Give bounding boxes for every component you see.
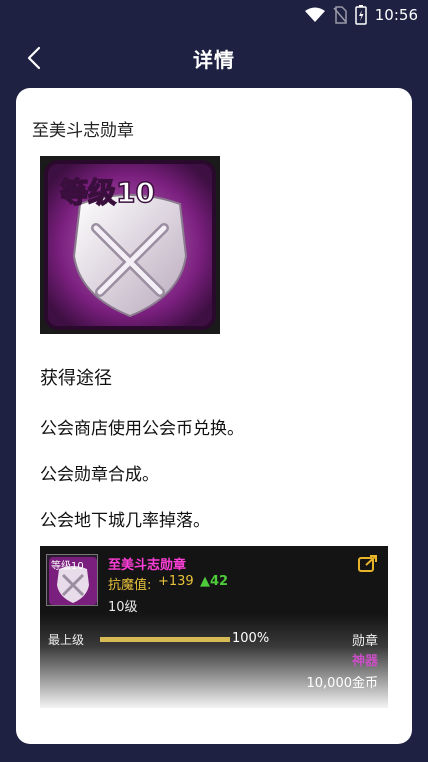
tooltip-price: 10,000金币 [306,676,379,691]
item-tooltip-preview: 等级10 至美斗志勋章 抗魔值: +139 ▲42 10级 最上级 100% 勋… [40,546,388,708]
share-icon[interactable] [358,554,378,572]
tooltip-item-name: 至美斗志勋章 [108,558,187,573]
sources-title: 获得途径 [40,368,112,389]
source-line: 公会地下城几率掉落。 [40,511,210,531]
tooltip-stat-value: +139 [158,574,194,589]
tooltip-level: 10级 [108,600,138,615]
tooltip-stat-increase: ▲42 [200,574,229,589]
item-name: 至美斗志勋章 [32,121,134,141]
tooltip-stat-label: 抗魔值: [108,578,152,593]
tooltip-item-grade: 神器 [351,654,378,669]
wifi-icon [304,7,325,23]
medal-level-text: 等级10 [60,176,155,209]
tooltip-icon-text: 等级10 [51,559,84,572]
back-button[interactable] [18,42,50,74]
source-line: 公会商店使用公会币兑换。 [40,419,244,439]
nav-bar: 详情 [0,30,428,86]
page-title: 详情 [193,47,235,72]
tooltip-medal-icon: 等级10 [46,554,98,606]
tooltip-progress-text: 100% [232,631,270,646]
tooltip-progress-fill [100,637,230,642]
detail-card: 至美斗志勋章 等级10 获得途径 公会商店使用公会币兑换。 公会勋章合成。 公会… [16,88,412,744]
clock: 10:56 [374,6,418,24]
status-bar: 10:56 [0,0,428,30]
no-sim-icon [333,6,347,24]
tooltip-max-label: 最上级 [48,633,85,647]
battery-icon [355,5,367,25]
tooltip-progress-bar [100,637,230,642]
tooltip-item-type: 勋章 [351,634,378,649]
medal-image: 等级10 [40,156,220,334]
back-chevron-icon [27,46,41,70]
source-line: 公会勋章合成。 [40,465,159,485]
